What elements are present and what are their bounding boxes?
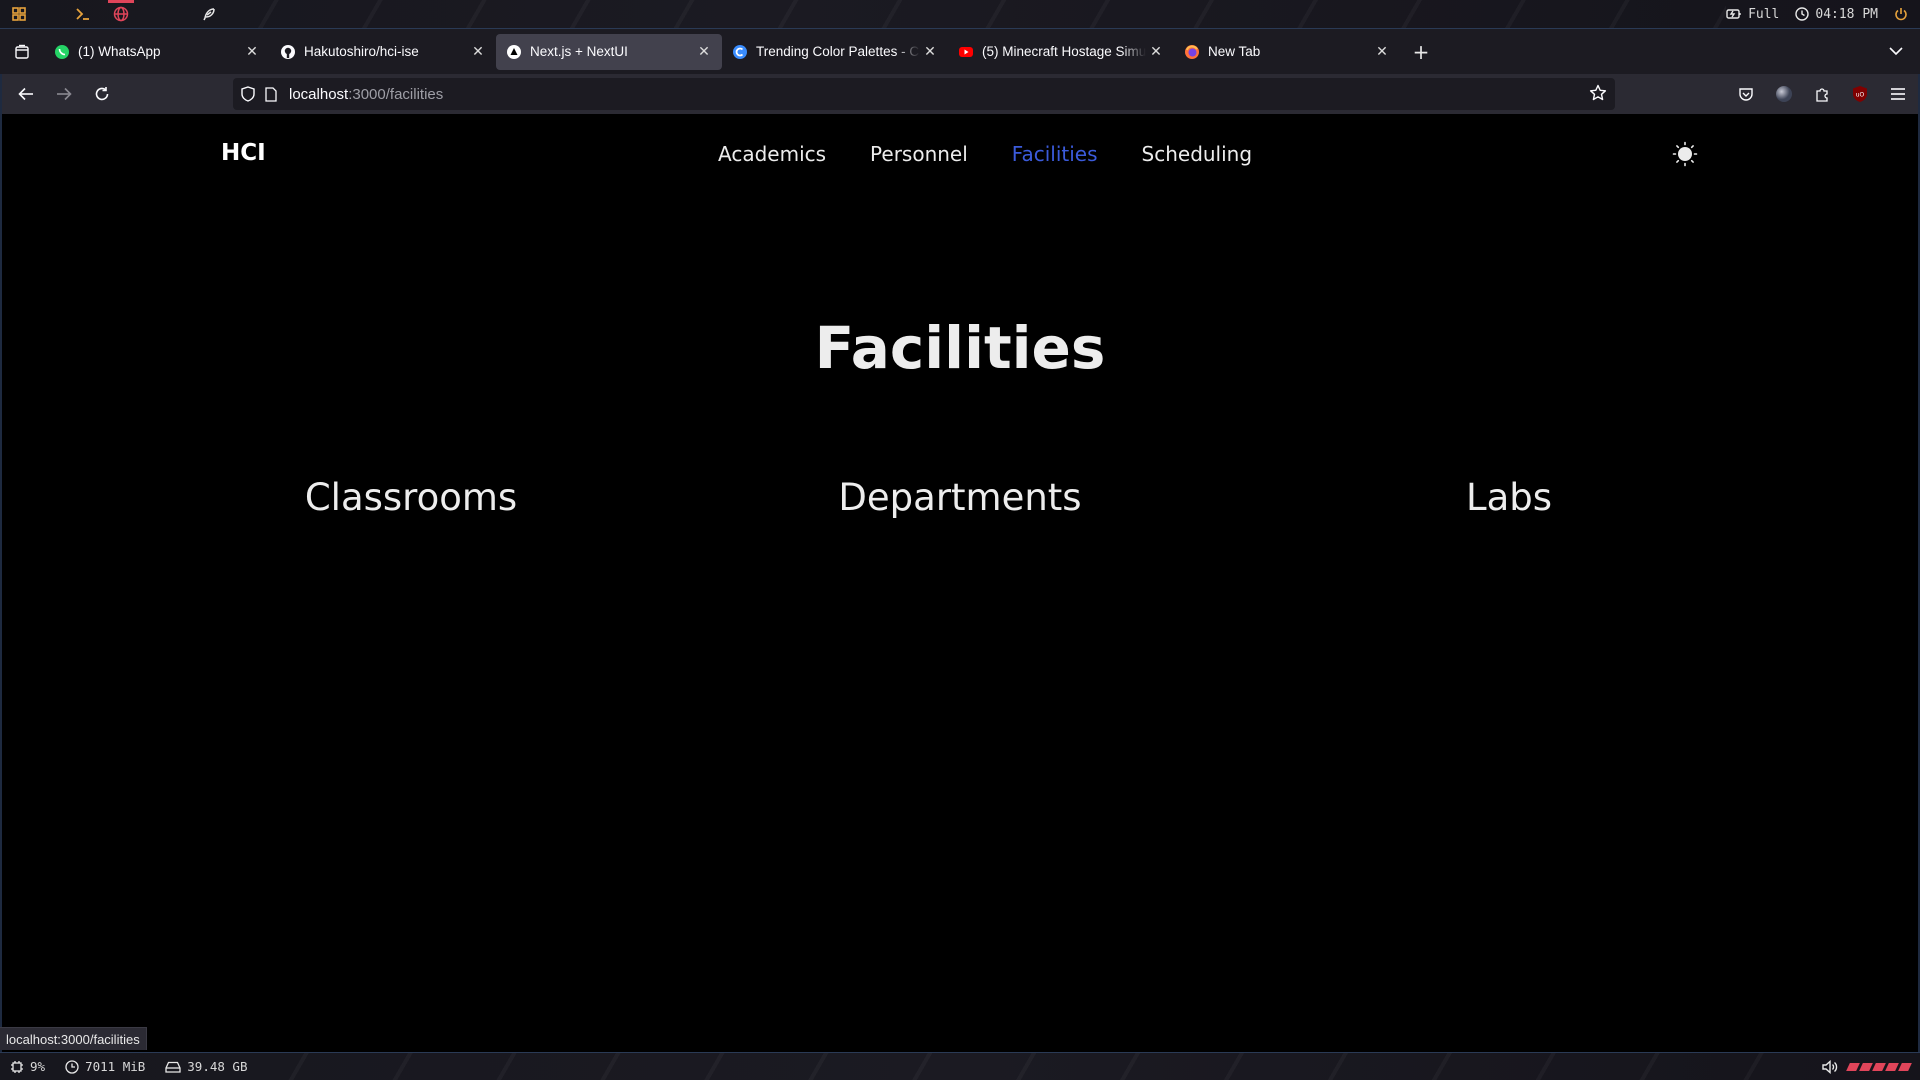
whatsapp-icon — [54, 44, 70, 60]
close-tab-icon[interactable]: ✕ — [920, 42, 940, 62]
github-icon — [280, 44, 296, 60]
nav-link-academics[interactable]: Academics — [718, 142, 826, 166]
link-status-tooltip: localhost:3000/facilities — [0, 1027, 147, 1050]
speaker-icon — [1822, 1059, 1838, 1074]
extensions-puzzle-icon[interactable] — [1806, 78, 1838, 110]
clock-icon — [1795, 7, 1810, 21]
nextjs-icon — [506, 44, 522, 60]
workspace-switcher — [0, 0, 228, 28]
disk-usage: 39.48 GB — [165, 1059, 248, 1074]
new-tab-plus-icon[interactable]: + — [1404, 35, 1438, 69]
nav-link-facilities[interactable]: Facilities — [1012, 142, 1098, 166]
close-tab-icon[interactable]: ✕ — [468, 42, 488, 62]
facility-sections: Classrooms Departments Labs — [2, 476, 1918, 536]
battery-icon — [1726, 9, 1741, 19]
tab-coolors[interactable]: Trending Color Palettes - C ✕ — [722, 34, 948, 70]
back-arrow-icon[interactable] — [8, 78, 44, 110]
power-icon[interactable] — [1894, 7, 1908, 21]
cpu-chip-icon — [11, 1060, 23, 1073]
cpu-usage: 9% — [10, 1059, 45, 1074]
tab-label: New Tab — [1208, 44, 1261, 59]
clock[interactable]: 04:18 PM — [1795, 7, 1878, 22]
volume-level-bars — [1846, 1062, 1912, 1071]
close-tab-icon[interactable]: ✕ — [694, 42, 714, 62]
close-tab-icon[interactable]: ✕ — [1372, 42, 1392, 62]
page-info-document-icon[interactable] — [265, 86, 277, 102]
tab-new-tab[interactable]: New Tab ✕ — [1174, 34, 1400, 70]
site-header: HCI Academics Personnel Facilities Sched… — [2, 114, 1918, 194]
url-host: localhost — [289, 85, 349, 103]
url-path: :3000/facilities — [348, 85, 444, 103]
firefox-view-icon[interactable] — [0, 29, 44, 75]
terminal-icon[interactable] — [64, 0, 102, 28]
browser-globe-icon[interactable] — [102, 0, 140, 28]
memory-clock-icon — [65, 1059, 79, 1074]
memory-usage: 7011 MiB — [65, 1059, 145, 1074]
youtube-icon — [958, 44, 974, 60]
hamburger-menu-icon[interactable] — [1882, 78, 1914, 110]
page-viewport: HCI Academics Personnel Facilities Sched… — [2, 114, 1918, 1050]
tracking-protection-shield-icon[interactable] — [241, 86, 255, 102]
reload-icon[interactable] — [84, 78, 120, 110]
close-tab-icon[interactable]: ✕ — [1146, 42, 1166, 62]
tab-nextjs[interactable]: Next.js + NextUI ✕ — [496, 33, 722, 70]
section-link-classrooms[interactable]: Classrooms — [305, 476, 517, 519]
tab-label: (5) Minecraft Hostage Simu — [982, 44, 1146, 59]
bookmark-star-icon[interactable] — [1589, 84, 1607, 106]
forward-arrow-icon[interactable] — [46, 78, 82, 110]
os-top-bar: Full 04:18 PM — [0, 0, 1920, 28]
brand-logo[interactable]: HCI — [221, 140, 266, 166]
tab-youtube[interactable]: (5) Minecraft Hostage Simu ✕ — [948, 34, 1174, 70]
tab-whatsapp[interactable]: (1) WhatsApp ✕ — [44, 34, 270, 70]
memory-value: 7011 MiB — [85, 1059, 146, 1074]
svg-text:uO: uO — [1856, 92, 1865, 99]
address-bar[interactable]: localhost:3000/facilities — [233, 78, 1615, 110]
tab-label: Trending Color Palettes - C — [756, 44, 920, 59]
apps-grid-icon[interactable] — [0, 0, 38, 28]
page-title: Facilities — [814, 314, 1106, 382]
firefox-icon — [1184, 44, 1200, 60]
account-avatar-icon[interactable] — [1768, 78, 1800, 110]
close-tab-icon[interactable]: ✕ — [242, 42, 262, 62]
pocket-icon[interactable] — [1730, 78, 1762, 110]
nav-link-personnel[interactable]: Personnel — [870, 142, 968, 166]
volume-control[interactable] — [1822, 1059, 1920, 1074]
clock-time: 04:18 PM — [1815, 6, 1878, 22]
tab-github[interactable]: Hakutoshiro/hci-ise ✕ — [270, 34, 496, 70]
section-link-departments[interactable]: Departments — [838, 476, 1081, 519]
power-mode-label: Full — [1748, 6, 1780, 22]
os-bottom-bar: 9% 7011 MiB 39.48 GB — [0, 1052, 1920, 1080]
disk-drive-icon — [165, 1061, 181, 1073]
tab-label: Hakutoshiro/hci-ise — [304, 44, 419, 59]
ublock-origin-icon[interactable]: uO — [1844, 78, 1876, 110]
disk-value: 39.48 GB — [187, 1059, 248, 1074]
tab-list-chevron-down-icon[interactable] — [1886, 41, 1906, 61]
feather-icon[interactable] — [190, 0, 228, 28]
browser-tab-strip: (1) WhatsApp ✕ Hakutoshiro/hci-ise ✕ Nex… — [0, 28, 1920, 74]
coolors-icon — [732, 44, 748, 60]
power-mode[interactable]: Full — [1726, 7, 1779, 22]
theme-toggle-sun-icon[interactable] — [1672, 141, 1698, 167]
tab-label: Next.js + NextUI — [530, 44, 628, 59]
cpu-value: 9% — [30, 1059, 46, 1074]
browser-navigation-toolbar: localhost:3000/facilities uO — [0, 74, 1920, 114]
tab-label: (1) WhatsApp — [78, 44, 161, 59]
section-link-labs[interactable]: Labs — [1466, 476, 1552, 519]
site-nav: Academics Personnel Facilities Schedulin… — [718, 142, 1252, 166]
nav-link-scheduling[interactable]: Scheduling — [1142, 142, 1253, 166]
